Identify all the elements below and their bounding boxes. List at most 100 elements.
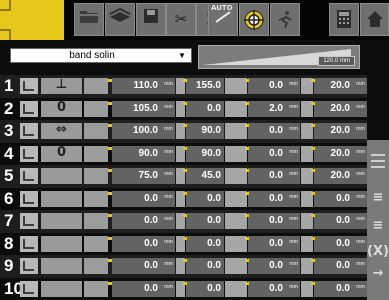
bend-direction-icon[interactable]	[20, 213, 38, 229]
unit-label: mm	[289, 81, 298, 87]
program-select[interactable]: band solin ▼	[10, 48, 192, 63]
length-field[interactable]: 105.0 mm	[112, 100, 175, 117]
retract-field[interactable]: 0.0 mm	[314, 190, 367, 207]
side-arrow-icon[interactable]: →	[367, 266, 389, 281]
tool-select-button[interactable]	[84, 145, 108, 162]
length-field[interactable]: 0.0 mm	[112, 280, 175, 297]
tool-icon[interactable]	[41, 213, 82, 229]
tool-icon[interactable]: 0	[41, 145, 82, 162]
layers-button[interactable]	[105, 3, 135, 36]
retract-field[interactable]: 20.0 mm	[314, 145, 367, 162]
tool-icon[interactable]: ⊥	[41, 77, 82, 94]
offset-toggle[interactable]	[225, 78, 247, 94]
tool-select-button[interactable]	[84, 258, 108, 274]
retract-field[interactable]: 0.0 mm	[314, 213, 367, 229]
offset-toggle[interactable]	[225, 235, 247, 252]
tool-icon[interactable]	[41, 235, 82, 252]
tool-select-button[interactable]	[84, 123, 108, 139]
save-icon	[143, 9, 159, 28]
offset-toggle[interactable]	[225, 145, 247, 162]
bend-direction-icon[interactable]	[20, 258, 38, 274]
offset-field[interactable]: 0.0 mm	[248, 168, 300, 184]
length-value: 100.0	[132, 125, 158, 136]
tool-icon[interactable]: ⇔	[41, 122, 82, 139]
offset-toggle[interactable]	[225, 280, 247, 297]
tool-select-button[interactable]	[84, 168, 108, 184]
tool-select-button[interactable]	[84, 213, 108, 229]
angle-field[interactable]: 45.0	[186, 168, 224, 184]
length-field[interactable]: 0.0 mm	[112, 190, 175, 207]
offset-field[interactable]: 2.0 mm	[248, 100, 300, 117]
angle-field[interactable]: 90.0	[186, 145, 224, 162]
chevron-down-icon[interactable]: ▼	[175, 49, 189, 62]
bend-direction-icon[interactable]	[20, 280, 38, 297]
tool-icon[interactable]	[41, 280, 82, 297]
open-folder-button[interactable]	[74, 3, 104, 36]
run-button[interactable]	[270, 3, 300, 36]
retract-field[interactable]: 20.0 mm	[314, 123, 367, 139]
tool-select-button[interactable]	[84, 280, 108, 297]
tool-icon[interactable]: 0	[41, 100, 82, 117]
tool-select-button[interactable]	[84, 190, 108, 207]
bend-direction-icon[interactable]	[20, 78, 38, 94]
offset-field[interactable]: 0.0 mm	[248, 280, 300, 297]
offset-toggle[interactable]	[225, 190, 247, 207]
bend-direction-icon[interactable]	[20, 123, 38, 139]
offset-field[interactable]: 0.0 mm	[248, 78, 300, 94]
bend-direction-icon[interactable]	[20, 190, 38, 207]
angle-field[interactable]: 0.0	[186, 258, 224, 274]
retract-field[interactable]: 0.0 mm	[314, 258, 367, 274]
tool-icon[interactable]	[41, 190, 82, 207]
tool-select-button[interactable]	[84, 100, 108, 117]
bend-direction-icon[interactable]	[20, 235, 38, 252]
tool-select-button[interactable]	[84, 235, 108, 252]
home-button[interactable]	[360, 3, 389, 36]
target-button[interactable]	[239, 3, 269, 36]
side-list-icon[interactable]: ≡	[367, 218, 389, 233]
offset-toggle[interactable]	[225, 100, 247, 117]
side-menu-icon[interactable]: ≡	[367, 190, 389, 205]
length-field[interactable]: 0.0 mm	[112, 258, 175, 274]
retract-field[interactable]: 0.0 mm	[314, 235, 367, 252]
tool-icon[interactable]	[41, 168, 82, 184]
length-field[interactable]: 90.0 mm	[112, 145, 175, 162]
tool-icon[interactable]	[41, 258, 82, 274]
calculator-button[interactable]	[329, 3, 359, 36]
retract-field[interactable]: 0.0 mm	[314, 280, 367, 297]
offset-field[interactable]: 0.0 mm	[248, 123, 300, 139]
offset-toggle[interactable]	[225, 213, 247, 229]
angle-field[interactable]: 0.0	[186, 235, 224, 252]
angle-field[interactable]: 155.0	[186, 78, 224, 94]
length-field[interactable]: 110.0 mm	[112, 78, 175, 94]
angle-field[interactable]: 0.0	[186, 280, 224, 297]
offset-field[interactable]: 0.0 mm	[248, 258, 300, 274]
offset-field[interactable]: 0.0 mm	[248, 213, 300, 229]
preview-length-label: 120.0 mm	[318, 56, 355, 66]
length-field[interactable]: 100.0 mm	[112, 123, 175, 139]
retract-field[interactable]: 20.0 mm	[314, 100, 367, 117]
bend-direction-icon[interactable]	[20, 168, 38, 184]
tool-select-button[interactable]	[84, 78, 108, 94]
angle-field[interactable]: 0.0	[186, 190, 224, 207]
length-field[interactable]: 0.0 mm	[112, 235, 175, 252]
auto-button[interactable]: AUTO	[208, 3, 238, 36]
tools-button[interactable]: ✂	[166, 3, 196, 36]
save-button[interactable]	[136, 3, 166, 36]
offset-field[interactable]: 0.0 mm	[248, 145, 300, 162]
length-field[interactable]: 0.0 mm	[112, 213, 175, 229]
side-multiply-icon[interactable]: (X)	[367, 244, 389, 259]
retract-field[interactable]: 20.0 mm	[314, 78, 367, 94]
offset-toggle[interactable]	[225, 168, 247, 184]
retract-field[interactable]: 20.0 mm	[314, 168, 367, 184]
angle-field[interactable]: 90.0	[186, 123, 224, 139]
bend-direction-icon[interactable]	[20, 145, 38, 162]
angle-field[interactable]: 0.0	[186, 213, 224, 229]
bend-direction-icon[interactable]	[20, 100, 38, 117]
angle-field[interactable]: 0.0	[186, 100, 224, 117]
offset-toggle[interactable]	[225, 123, 247, 139]
length-field[interactable]: 75.0 mm	[112, 168, 175, 184]
angle-value: 0.0	[207, 215, 221, 226]
offset-field[interactable]: 0.0 mm	[248, 235, 300, 252]
offset-toggle[interactable]	[225, 258, 247, 274]
offset-field[interactable]: 0.0 mm	[248, 190, 300, 207]
